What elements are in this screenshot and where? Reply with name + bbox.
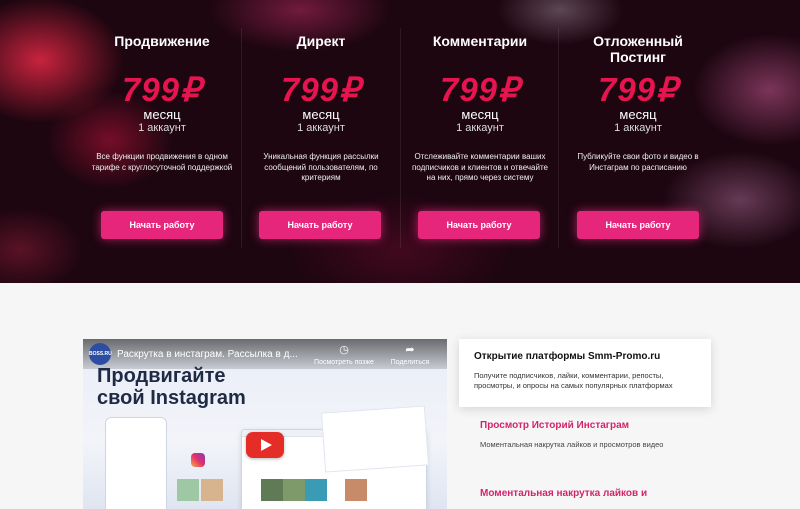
- plan-price: 799₽: [439, 71, 521, 108]
- plan-title: Комментарии: [432, 33, 528, 49]
- platform-info-card: Открытие платформы Smm-Promo.ru Получите…: [459, 339, 711, 407]
- plan-title: Директ: [296, 33, 346, 49]
- plan-card-comments: Комментарии 799₽ месяц 1 аккаунт Отслежи…: [401, 0, 559, 283]
- plan-accounts: 1 аккаунт: [456, 122, 504, 134]
- photo-thumbnail: [345, 479, 367, 501]
- feature-text: Моментальная накрутка лайков и просмотро…: [480, 440, 664, 449]
- start-button[interactable]: Начать работу: [577, 211, 699, 239]
- plan-description: Публикуйте свои фото и видео в Инстаграм…: [577, 152, 699, 172]
- plan-description: Отслеживайте комментарии ваших подписчик…: [412, 152, 548, 182]
- photo-thumbnail: [261, 479, 283, 501]
- plan-description: Уникальная функция рассылки сообщений по…: [263, 152, 379, 182]
- plan-title: Отложенный Постинг: [593, 33, 683, 65]
- feature-title[interactable]: Просмотр Историй Инстаграм: [480, 420, 629, 431]
- info-text: Получите подписчиков, лайки, комментарии…: [474, 371, 673, 390]
- photo-thumbnail: [305, 479, 327, 501]
- video-headline-line: Продвигайте: [97, 365, 226, 387]
- video-headline-line: свой Instagram: [97, 387, 246, 409]
- play-button[interactable]: [246, 432, 284, 458]
- plan-period: месяц: [461, 107, 499, 122]
- plan-price: 799₽: [121, 71, 203, 108]
- plan-accounts: 1 аккаунт: [138, 122, 186, 134]
- channel-logo[interactable]: BOSS.RU: [89, 343, 112, 365]
- info-title: Открытие платформы Smm-Promo.ru: [474, 351, 661, 362]
- plan-description: Все функции продвижения в одном тарифе с…: [91, 152, 233, 172]
- plan-card-promotion: Продвижение 799₽ месяц 1 аккаунт Все фун…: [83, 0, 241, 283]
- plan-accounts: 1 аккаунт: [297, 122, 345, 134]
- plan-price: 799₽: [597, 71, 679, 108]
- plan-card-scheduled-posting: Отложенный Постинг 799₽ месяц 1 аккаунт …: [559, 0, 717, 283]
- start-button[interactable]: Начать работу: [259, 211, 381, 239]
- plan-card-direct: Директ 799₽ месяц 1 аккаунт Уникальная ф…: [242, 0, 400, 283]
- plan-period: месяц: [143, 107, 181, 122]
- profile-card-mockup: [321, 405, 429, 473]
- video-headline: Продвигайте свой Instagram: [97, 365, 246, 409]
- share-icon: ➦: [405, 344, 415, 356]
- clock-icon: ◷: [339, 344, 349, 356]
- instagram-icon: [191, 453, 205, 467]
- share-button[interactable]: ➦ Поделиться: [375, 344, 445, 366]
- plan-price: 799₽: [280, 71, 362, 108]
- photo-thumbnail: [177, 479, 199, 501]
- watch-later-button[interactable]: ◷ Посмотреть позже: [309, 344, 379, 366]
- feature-title[interactable]: Моментальная накрутка лайков и: [480, 488, 647, 499]
- plan-period: месяц: [302, 107, 340, 122]
- video-player[interactable]: BOSS.RU Раскрутка в инстаграм. Рассылка …: [83, 339, 447, 509]
- plan-period: месяц: [619, 107, 657, 122]
- photo-thumbnail: [201, 479, 223, 501]
- start-button[interactable]: Начать работу: [101, 211, 223, 239]
- share-label: Поделиться: [390, 359, 430, 366]
- video-title[interactable]: Раскрутка в инстаграм. Рассылка в д...: [117, 349, 303, 360]
- watch-later-label: Посмотреть позже: [314, 359, 374, 366]
- phone-mockup: [105, 417, 167, 509]
- start-button[interactable]: Начать работу: [418, 211, 540, 239]
- pricing-section: Продвижение 799₽ месяц 1 аккаунт Все фун…: [0, 0, 800, 283]
- plan-title: Продвижение: [114, 33, 210, 49]
- plan-accounts: 1 аккаунт: [614, 122, 662, 134]
- photo-thumbnail: [283, 479, 305, 501]
